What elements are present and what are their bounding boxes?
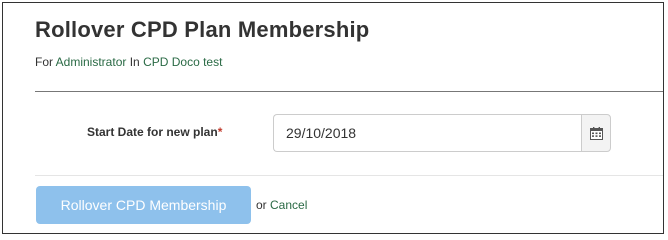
date-picker-button[interactable]	[581, 114, 611, 152]
rollover-submit-button[interactable]: Rollover CPD Membership	[36, 186, 251, 224]
form-divider	[35, 175, 663, 176]
calendar-icon	[589, 126, 603, 140]
start-date-field	[273, 114, 611, 152]
page-title: Rollover CPD Plan Membership	[35, 17, 370, 42]
start-date-label-text: Start Date for new plan	[87, 125, 218, 139]
context-prefix: For	[35, 55, 53, 69]
context-line: For Administrator In CPD Doco test	[35, 55, 222, 69]
cancel-link[interactable]: Cancel	[270, 198, 307, 212]
start-date-input[interactable]	[273, 114, 581, 152]
header-divider	[35, 91, 663, 92]
cancel-area: or Cancel	[256, 198, 307, 212]
dialog-panel: Rollover CPD Plan Membership For Adminis…	[2, 2, 664, 234]
context-in-word: In	[129, 55, 140, 69]
plan-link[interactable]: CPD Doco test	[143, 55, 222, 69]
start-date-label: Start Date for new plan*	[87, 125, 222, 139]
required-marker: *	[217, 125, 223, 139]
user-link[interactable]: Administrator	[56, 55, 127, 69]
or-text: or	[256, 198, 267, 212]
